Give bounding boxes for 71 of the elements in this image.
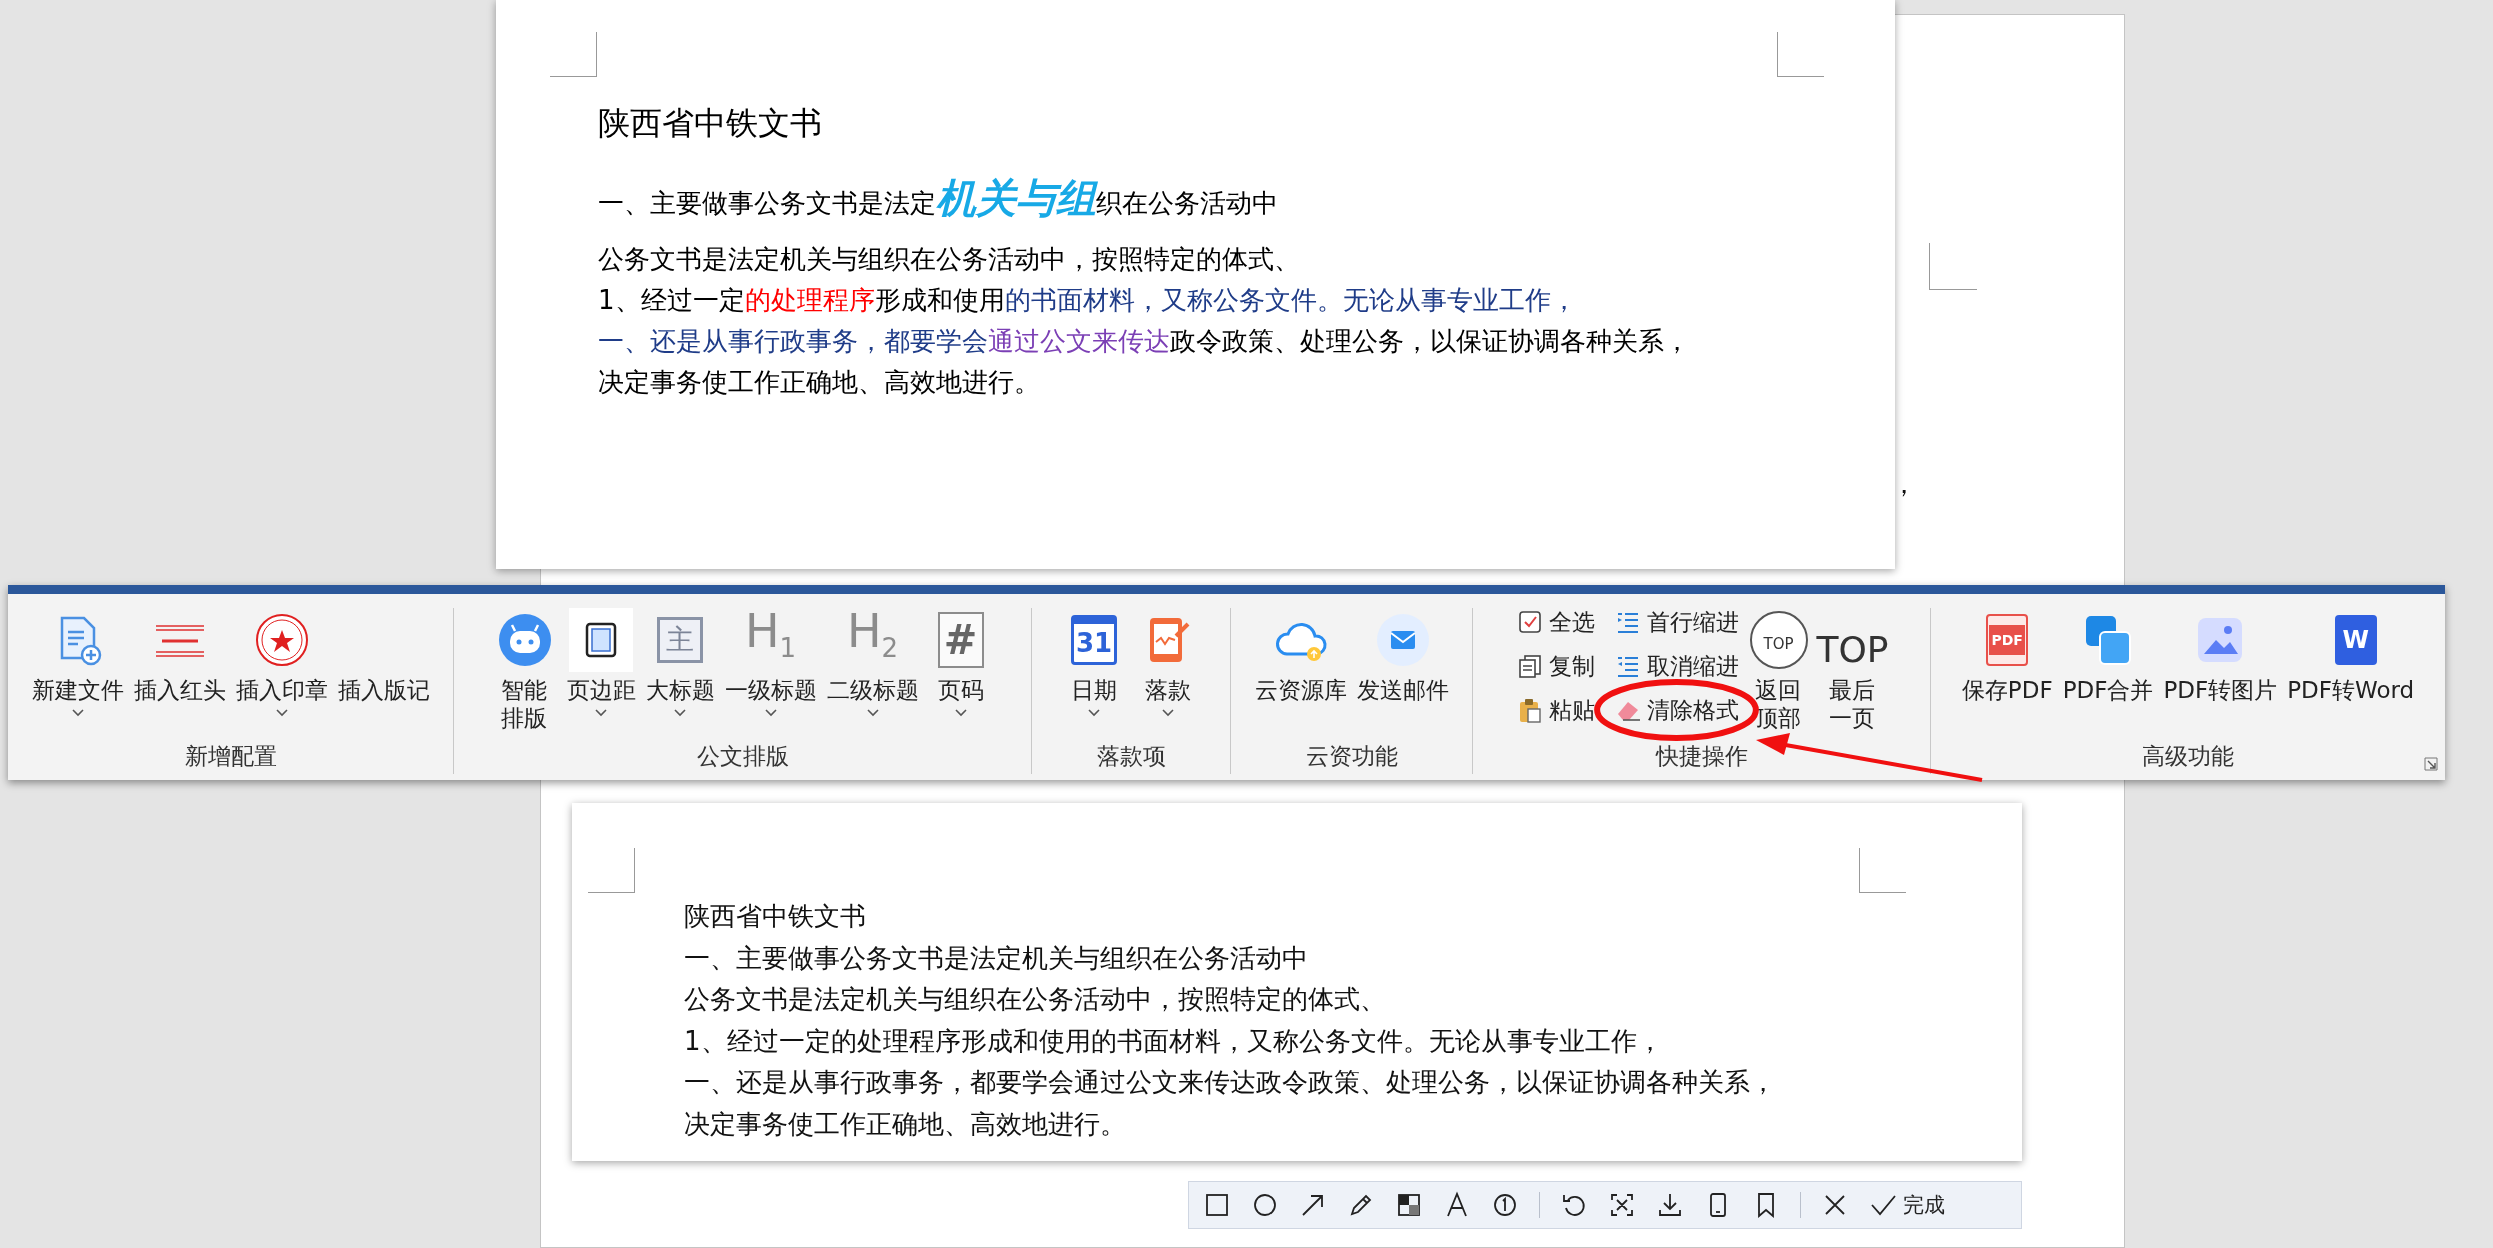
group-label: 快捷操作: [1655, 742, 1748, 771]
toolbar-button[interactable]: 全选: [1516, 608, 1595, 636]
toolbar-button[interactable]: 粘贴: [1516, 696, 1595, 724]
group-label: 新增配置: [184, 742, 277, 771]
ribbon-button[interactable]: 页边距: [564, 608, 638, 718]
mosaic-icon[interactable]: [1395, 1191, 1423, 1219]
word-file-icon: W: [2334, 615, 2377, 665]
document-line: 一、主要做事公务文书是法定机关与组织在公务活动中: [684, 941, 1308, 975]
rectangle-icon[interactable]: [1203, 1191, 1231, 1219]
corner-mark: [1859, 848, 1906, 893]
corner-mark: [588, 848, 635, 893]
toolbar-button[interactable]: 取消缩进: [1614, 652, 1739, 680]
ribbon-button[interactable]: 发送邮件: [1354, 608, 1451, 704]
ribbon-button[interactable]: H$_{2}$ 二级标题: [824, 608, 921, 718]
ribbon-button[interactable]: PDF转图片: [2161, 608, 2280, 704]
ribbon-button[interactable]: 插入版记: [335, 608, 432, 704]
ribbon-button[interactable]: 云资源库: [1252, 608, 1349, 704]
corner-mark: [1777, 32, 1824, 77]
page-number-icon: #: [937, 612, 984, 668]
group-label: 高级功能: [2142, 742, 2234, 771]
ribbon-button[interactable]: 主 大标题: [643, 608, 717, 718]
ribbon-button[interactable]: # 页码: [926, 608, 995, 718]
ribbon-button[interactable]: 新建文件: [29, 608, 126, 718]
ribbon-button[interactable]: PDF 保存PDF: [1959, 608, 2055, 704]
top-circle-icon: TOP: [1749, 611, 1808, 669]
ribbon-button[interactable]: W PDF转Word: [2285, 608, 2417, 704]
ribbon-button[interactable]: PDF合并: [2060, 608, 2156, 704]
ribbon-button[interactable]: TOP 最后一页: [1818, 608, 1887, 732]
copy-icon: [1516, 653, 1543, 679]
toolbar-button[interactable]: 复制: [1516, 652, 1595, 680]
document-title: 陕西省中铁文书: [598, 103, 822, 144]
pdf-file-icon: PDF: [1986, 614, 2029, 666]
heading-icon: 主: [657, 617, 703, 663]
ribbon-button[interactable]: 落款: [1134, 608, 1202, 718]
toolbar-button[interactable]: 首行缩进: [1614, 608, 1739, 636]
document-line: 公务文书是法定机关与组织在公务活动中，按照特定的体式、: [598, 243, 1300, 276]
heading-icon: H$_{1}$: [744, 606, 797, 674]
checkbox-icon: [1516, 609, 1543, 635]
done-button[interactable]: 完成: [1869, 1191, 1945, 1219]
document-line: 决定事务使工作正确地、高效地进行。: [598, 366, 1040, 399]
group-label: 落款项: [1096, 742, 1166, 771]
document-line: 1、经过一定的处理程序形成和使用的书面材料，又称公务文件。无论从事专业工作，: [598, 284, 1577, 317]
ribbon-button[interactable]: 31 日期: [1060, 608, 1128, 718]
ribbon-button[interactable]: 插入印章: [233, 608, 330, 718]
mail-icon: [1374, 612, 1431, 668]
document-line: 一、还是从事行政事务，都要学会通过公文来传达政令政策、处理公务，以保证协调各种关系，: [598, 325, 1690, 358]
ribbon-button[interactable]: 插入红头: [131, 608, 228, 704]
ribbon-button[interactable]: 智能排版: [490, 608, 559, 732]
circle-icon[interactable]: [1251, 1191, 1279, 1219]
document-line: 一、主要做事公务文书是法定机关与组织在公务活动中: [598, 174, 1278, 223]
group-label: 云资功能: [1305, 742, 1398, 771]
robot-icon: [496, 612, 553, 668]
dialog-launcher-icon[interactable]: [2423, 756, 2439, 772]
ribbon-button[interactable]: TOP 返回顶部: [1744, 608, 1813, 732]
document-line: 决定事务使工作正确地、高效地进行。: [684, 1107, 1126, 1141]
stamp-icon: [253, 612, 310, 668]
corner-mark: [550, 32, 597, 77]
download-icon[interactable]: [1656, 1191, 1684, 1219]
document-title: 陕西省中铁文书: [684, 900, 866, 933]
calendar-icon: 31: [1071, 615, 1117, 665]
numbered-marker-icon[interactable]: [1491, 1191, 1519, 1219]
toolbar-button[interactable]: 清除格式: [1614, 696, 1739, 724]
heading-icon: H$_{2}$: [846, 606, 899, 674]
document-line: 1、经过一定的处理程序形成和使用的书面材料，又称公务文件。无论从事专业工作，: [684, 1024, 1663, 1058]
crop-icon[interactable]: [1608, 1191, 1636, 1219]
top-arrow-icon: TOP: [1816, 611, 1889, 669]
page-text: ，: [1891, 468, 1917, 501]
document-line: 公务文书是法定机关与组织在公务活动中，按照特定的体式、: [684, 983, 1386, 1016]
group-label: 公文排版: [696, 742, 789, 771]
document-line: 一、还是从事行政事务，都要学会通过公文来传达政令政策、处理公务，以保证协调各种关系，: [684, 1066, 1776, 1099]
ribbon-button[interactable]: H$_{1}$ 一级标题: [722, 608, 819, 718]
